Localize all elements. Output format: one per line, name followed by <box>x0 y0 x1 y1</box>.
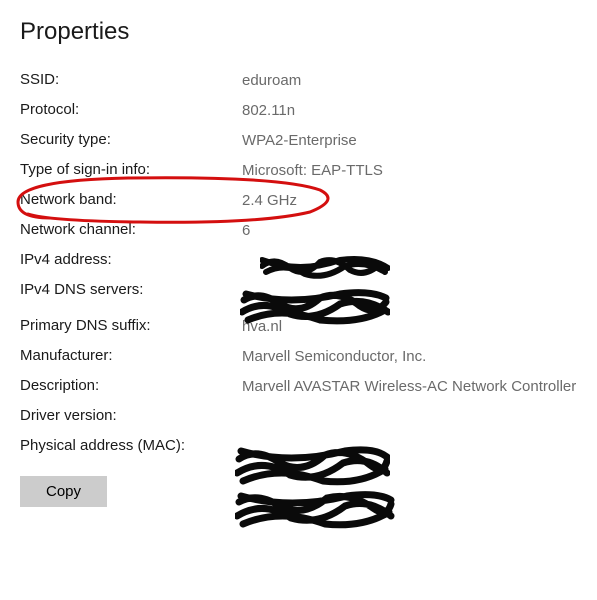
redaction-physical-address <box>235 490 395 530</box>
label-ssid: SSID: <box>20 71 242 88</box>
label-description: Description: <box>20 377 242 394</box>
label-ipv4-address: IPv4 address: <box>20 251 242 268</box>
label-ipv4-dns: IPv4 DNS servers: <box>20 281 242 298</box>
label-driver-version: Driver version: <box>20 407 242 424</box>
value-description: Marvell AVASTAR Wireless-AC Network Cont… <box>242 377 576 397</box>
page-title: Properties <box>20 18 577 46</box>
row-description: Description: Marvell AVASTAR Wireless-AC… <box>20 374 577 404</box>
copy-button[interactable]: Copy <box>20 476 107 507</box>
annotation-red-circle <box>10 170 340 235</box>
value-manufacturer: Marvell Semiconductor, Inc. <box>242 347 426 367</box>
value-protocol: 802.11n <box>242 101 295 121</box>
label-primary-dns-suffix: Primary DNS suffix: <box>20 317 242 334</box>
label-protocol: Protocol: <box>20 101 242 118</box>
value-ssid: eduroam <box>242 71 301 91</box>
label-manufacturer: Manufacturer: <box>20 347 242 364</box>
row-ssid: SSID: eduroam <box>20 68 577 98</box>
row-driver-version: Driver version: <box>20 404 577 434</box>
row-manufacturer: Manufacturer: Marvell Semiconductor, Inc… <box>20 344 577 374</box>
label-security-type: Security type: <box>20 131 242 148</box>
label-physical-address: Physical address (MAC): <box>20 437 242 454</box>
redaction-ipv4-dns <box>240 288 390 326</box>
redaction-ipv4-address <box>260 254 390 280</box>
row-security-type: Security type: WPA2-Enterprise <box>20 128 577 158</box>
redaction-driver-version <box>235 445 390 487</box>
value-security-type: WPA2-Enterprise <box>242 131 357 151</box>
row-protocol: Protocol: 802.11n <box>20 98 577 128</box>
